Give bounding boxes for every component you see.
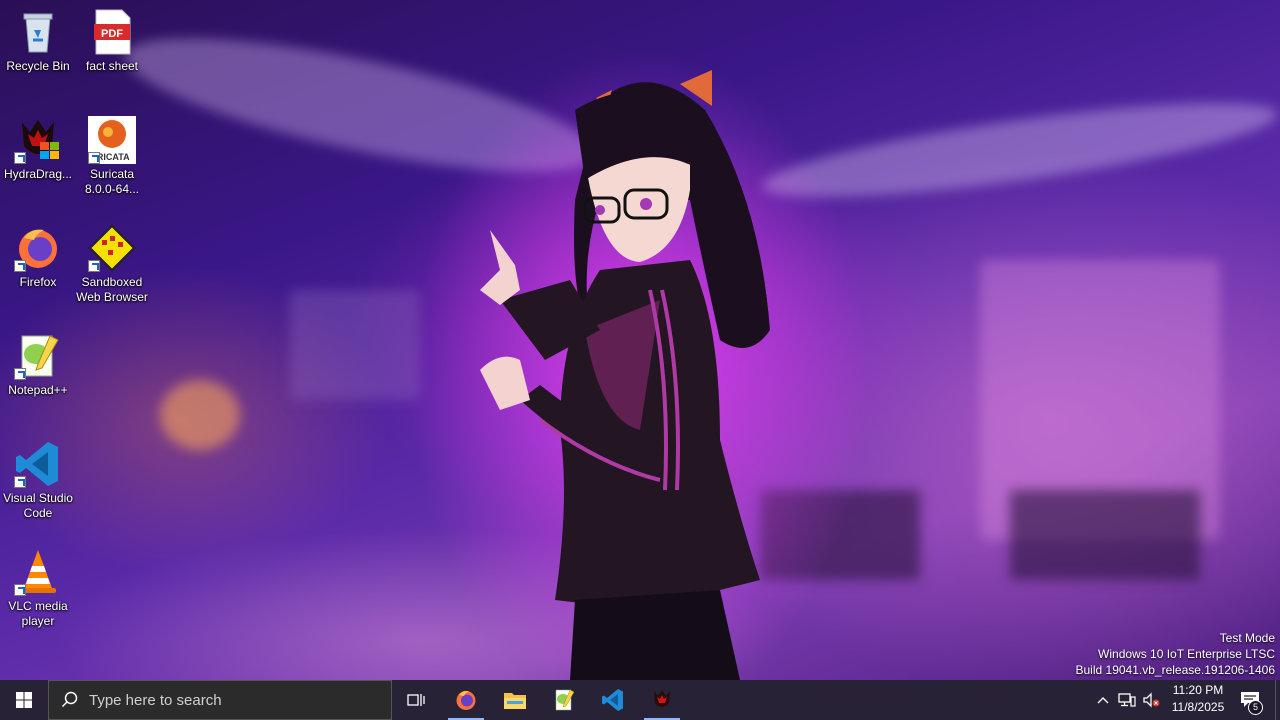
recycle-bin-icon <box>14 8 62 56</box>
hydradragon-icon <box>654 690 670 707</box>
pdf-badge-text: PDF <box>101 28 123 40</box>
desktop-icon-sandboxed-web-browser[interactable]: Sandboxed Web Browser <box>74 224 150 305</box>
show-desktop-button[interactable] <box>1275 680 1280 720</box>
desktop-icon-suricata[interactable]: IRICATA Suricata 8.0.0-64... <box>74 116 150 197</box>
vlc-icon <box>14 548 62 596</box>
task-view-button[interactable] <box>396 680 436 720</box>
vscode-icon <box>14 440 62 488</box>
desktop-icon-vscode[interactable]: Visual Studio Code <box>0 440 76 521</box>
notepad-plus-plus-icon <box>14 332 62 380</box>
wallpaper-character <box>410 50 870 680</box>
shortcut-arrow-icon <box>14 476 26 488</box>
action-center-button[interactable]: 5 <box>1236 680 1264 720</box>
desktop-icon-label: Recycle Bin <box>6 59 70 73</box>
desktop-icon-recycle-bin[interactable]: Recycle Bin <box>0 8 76 74</box>
watermark-build: Build 19041.vb_release.191206-1406 <box>1075 663 1276 677</box>
volume-tray-button[interactable] <box>1140 680 1162 720</box>
taskbar: Type here to search 11:20 PM 11/8/2025 5 <box>0 680 1280 720</box>
desktop-icon-firefox[interactable]: Firefox <box>0 224 76 290</box>
hydradragon-icon <box>14 116 62 164</box>
windows-watermark: Test Mode Windows 10 IoT Enterprise LTSC… <box>1076 630 1276 678</box>
taskbar-app-firefox[interactable] <box>442 680 490 720</box>
pdf-icon: PDF <box>88 8 136 56</box>
shortcut-arrow-icon <box>14 152 26 164</box>
desktop-icon-vlc[interactable]: VLC media player <box>0 548 76 629</box>
desktop-icon-label: Firefox <box>19 275 57 289</box>
notification-count-badge: 5 <box>1248 700 1263 715</box>
vscode-icon <box>602 689 623 711</box>
start-button[interactable] <box>0 680 48 720</box>
taskbar-app-notepad-plus-plus[interactable] <box>540 680 588 720</box>
shortcut-arrow-icon <box>14 260 26 272</box>
clock-date: 11/8/2025 <box>1171 700 1225 714</box>
file-explorer-icon <box>504 693 526 709</box>
network-icon <box>1118 693 1136 707</box>
taskbar-app-hydradragon[interactable] <box>638 680 686 720</box>
shortcut-arrow-icon <box>14 584 26 596</box>
desktop-icon-fact-sheet[interactable]: PDF fact sheet <box>74 8 150 74</box>
chevron-up-icon <box>1097 697 1109 704</box>
windows-start-icon <box>16 692 32 708</box>
desktop-icon-notepad-plus-plus[interactable]: Notepad++ <box>0 332 76 398</box>
shortcut-arrow-icon <box>14 368 26 380</box>
desktop-icon-label: Notepad++ <box>8 383 68 397</box>
desktop-wallpaper <box>0 0 1280 680</box>
sandboxed-browser-icon <box>88 224 136 272</box>
shortcut-arrow-icon <box>88 260 100 272</box>
search-placeholder: Type here to search <box>89 691 222 709</box>
desktop-icon-label: HydraDrag... <box>3 167 73 181</box>
desktop-icon-label: Sandboxed Web Browser <box>76 275 148 304</box>
desktop-icon-label: fact sheet <box>85 59 139 73</box>
watermark-edition: Windows 10 IoT Enterprise LTSC <box>1098 647 1275 661</box>
clock-time: 11:20 PM <box>1172 683 1224 697</box>
notepad-plus-plus-icon <box>555 689 575 711</box>
volume-muted-icon <box>1143 692 1160 708</box>
desktop-icon-label: VLC media player <box>8 599 68 628</box>
taskbar-app-vscode[interactable] <box>589 680 637 720</box>
desktop-icon-label: Suricata 8.0.0-64... <box>84 167 140 196</box>
watermark-test-mode: Test Mode <box>1219 631 1275 645</box>
show-hidden-icons-button[interactable] <box>1092 680 1114 720</box>
firefox-icon <box>456 690 476 710</box>
search-icon <box>61 691 78 708</box>
network-tray-button[interactable] <box>1115 680 1139 720</box>
firefox-icon <box>14 224 62 272</box>
taskbar-app-file-explorer[interactable] <box>491 680 539 720</box>
shortcut-arrow-icon <box>88 152 100 164</box>
task-view-icon <box>407 694 425 706</box>
taskbar-clock[interactable]: 11:20 PM 11/8/2025 <box>1160 682 1236 716</box>
desktop-icon-label: Visual Studio Code <box>3 491 73 520</box>
taskbar-search-box[interactable]: Type here to search <box>48 680 392 720</box>
suricata-icon: IRICATA <box>88 116 136 164</box>
desktop-icon-hydradragon[interactable]: HydraDrag... <box>0 116 76 182</box>
